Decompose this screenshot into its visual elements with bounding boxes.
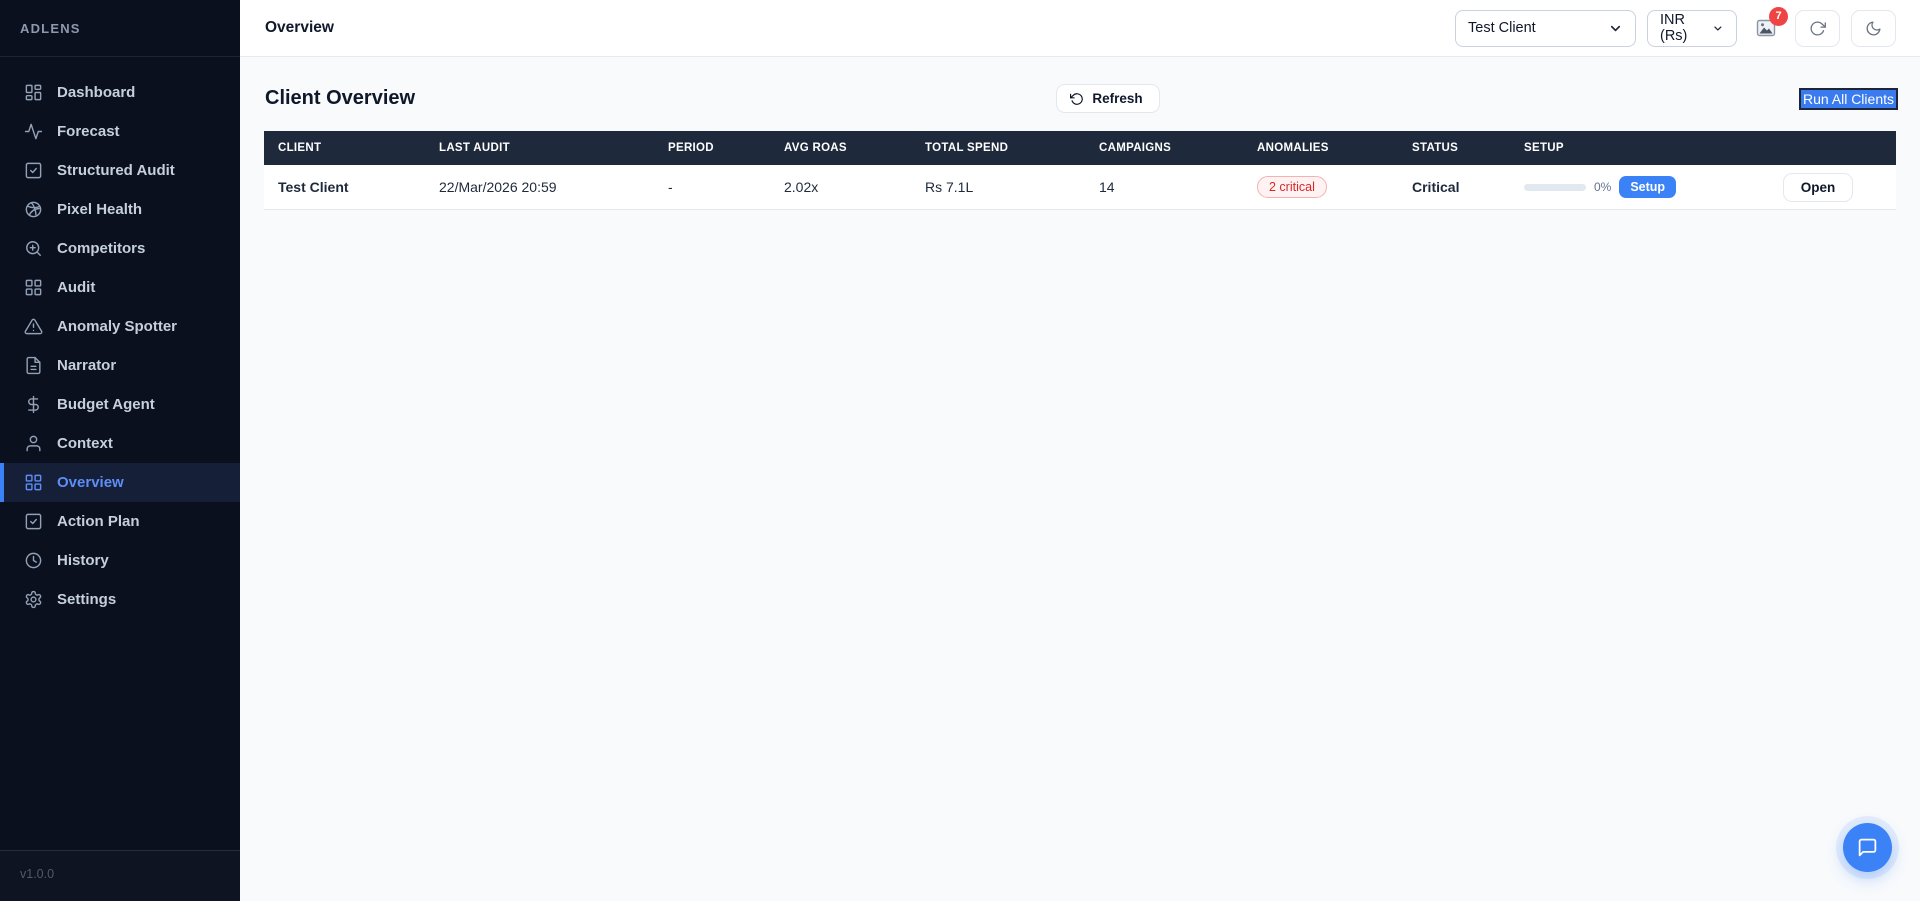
sidebar-item-label: Context [57, 435, 113, 452]
sidebar-item-label: Structured Audit [57, 162, 175, 179]
brand-logo: ADLENS [0, 0, 240, 57]
sidebar-item-label: Competitors [57, 240, 146, 257]
currency-select-value: INR (Rs) [1660, 12, 1688, 44]
cell-last-audit: 22/Mar/2026 20:59 [439, 179, 557, 195]
cell-actions: Open [1740, 165, 1896, 209]
sidebar-footer: v1.0.0 [0, 850, 240, 901]
sidebar-item-pixel-health[interactable]: Pixel Health [0, 190, 240, 229]
square-check-icon [24, 161, 43, 180]
client-select-value: Test Client [1468, 20, 1536, 36]
table-header-row: CLIENT LAST AUDIT PERIOD AVG ROAS TOTAL … [264, 131, 1896, 165]
sidebar-item-label: Action Plan [57, 513, 140, 530]
cell-client: Test Client [278, 179, 349, 195]
gear-icon [24, 590, 43, 609]
sidebar-item-label: Pixel Health [57, 201, 143, 218]
sidebar-item-narrator[interactable]: Narrator [0, 346, 240, 385]
sidebar: ADLENS Dashboard Forecast Structured Aud… [0, 0, 240, 901]
topbar: Overview Test Client INR (Rs) 7 [240, 0, 1920, 57]
sidebar-item-label: Settings [57, 591, 117, 608]
sidebar-item-competitors[interactable]: Competitors [0, 229, 240, 268]
user-icon [24, 434, 43, 453]
refresh-icon-button[interactable] [1795, 9, 1840, 47]
refresh-button[interactable]: Refresh [1056, 84, 1160, 113]
topbar-controls: Test Client INR (Rs) 7 [1455, 6, 1896, 47]
square-check-icon [24, 512, 43, 531]
sidebar-item-label: Overview [57, 474, 124, 491]
column-header-setup: SETUP [1524, 142, 1564, 154]
chevron-down-icon [1610, 25, 1621, 31]
sidebar-item-budget-agent[interactable]: Budget Agent [0, 385, 240, 424]
setup-button[interactable]: Setup [1619, 176, 1677, 198]
overview-grid-icon [24, 473, 43, 492]
sidebar-item-label: Narrator [57, 357, 117, 374]
section-title: Client Overview [265, 87, 416, 109]
sidebar-item-audit[interactable]: Audit [0, 268, 240, 307]
column-header-avg-roas: AVG ROAS [784, 142, 847, 154]
column-header-actions [1740, 131, 1896, 165]
sidebar-nav: Dashboard Forecast Structured Audit Pixe… [0, 57, 240, 850]
sidebar-item-structured-audit[interactable]: Structured Audit [0, 151, 240, 190]
cell-campaigns: 14 [1099, 179, 1115, 195]
sidebar-item-anomaly-spotter[interactable]: Anomaly Spotter [0, 307, 240, 346]
client-select[interactable]: Test Client [1455, 9, 1636, 47]
dark-mode-toggle[interactable] [1851, 9, 1896, 47]
activity-icon [24, 122, 43, 141]
sidebar-item-overview[interactable]: Overview [0, 463, 240, 502]
column-header-anomalies: ANOMALIES [1257, 142, 1329, 154]
sidebar-item-label: History [57, 552, 109, 569]
section-header: Client Overview Refresh Run All Clients [240, 57, 1920, 131]
column-header-period: PERIOD [668, 142, 714, 154]
chevron-down-icon [1714, 25, 1722, 31]
notification-badge: 7 [1769, 6, 1788, 26]
refresh-button-label: Refresh [1092, 91, 1143, 106]
sidebar-item-label: Forecast [57, 123, 120, 140]
sidebar-item-history[interactable]: History [0, 541, 240, 580]
sidebar-item-label: Dashboard [57, 84, 136, 101]
cell-anomalies: 2 critical [1243, 165, 1398, 209]
dashboard-icon [24, 83, 43, 102]
sidebar-item-label: Budget Agent [57, 396, 155, 413]
open-button[interactable]: Open [1782, 172, 1854, 202]
status-badge: Critical [1412, 179, 1460, 195]
notification-button[interactable]: 7 [1748, 6, 1788, 47]
client-overview-table: CLIENT LAST AUDIT PERIOD AVG ROAS TOTAL … [264, 131, 1896, 210]
moon-icon [1866, 20, 1881, 35]
currency-select[interactable]: INR (Rs) [1647, 9, 1737, 47]
run-all-clients-button[interactable]: Run All Clients [1798, 87, 1899, 110]
column-header-campaigns: CAMPAIGNS [1099, 142, 1172, 154]
file-text-icon [24, 356, 43, 375]
column-header-status: STATUS [1412, 142, 1459, 154]
chat-fab-button[interactable] [1843, 823, 1892, 872]
column-header-client: CLIENT [278, 142, 322, 154]
sidebar-item-label: Anomaly Spotter [57, 318, 178, 335]
sidebar-item-forecast[interactable]: Forecast [0, 112, 240, 151]
cell-period: - [668, 179, 673, 195]
dollar-icon [24, 395, 43, 414]
cell-setup: 0% Setup [1510, 165, 1740, 209]
column-header-total-spend: TOTAL SPEND [925, 142, 1009, 154]
sidebar-item-label: Audit [57, 279, 96, 296]
setup-percent: 0% [1594, 180, 1612, 194]
clock-icon [24, 551, 43, 570]
page-title: Overview [265, 19, 334, 36]
sidebar-item-context[interactable]: Context [0, 424, 240, 463]
app-version: v1.0.0 [20, 867, 55, 881]
cell-total-spend: Rs 7.1L [925, 179, 974, 195]
column-header-last-audit: LAST AUDIT [439, 142, 510, 154]
dribbble-icon [24, 200, 43, 219]
rotate-ccw-icon [1070, 92, 1084, 105]
sidebar-item-settings[interactable]: Settings [0, 580, 240, 619]
alert-triangle-icon [24, 317, 43, 336]
anomalies-badge: 2 critical [1257, 176, 1327, 198]
grid-icon [24, 278, 43, 297]
sidebar-item-action-plan[interactable]: Action Plan [0, 502, 240, 541]
refresh-cw-icon [1810, 21, 1826, 35]
table-row: Test Client 22/Mar/2026 20:59 - 2.02x Rs… [264, 165, 1896, 210]
setup-progress-bar [1524, 183, 1586, 191]
cell-avg-roas: 2.02x [784, 179, 819, 195]
chat-bubble-icon [1858, 838, 1877, 857]
zoom-in-icon [24, 239, 43, 258]
main-content: Client Overview Refresh Run All Clients … [240, 57, 1920, 901]
sidebar-item-dashboard[interactable]: Dashboard [0, 73, 240, 112]
